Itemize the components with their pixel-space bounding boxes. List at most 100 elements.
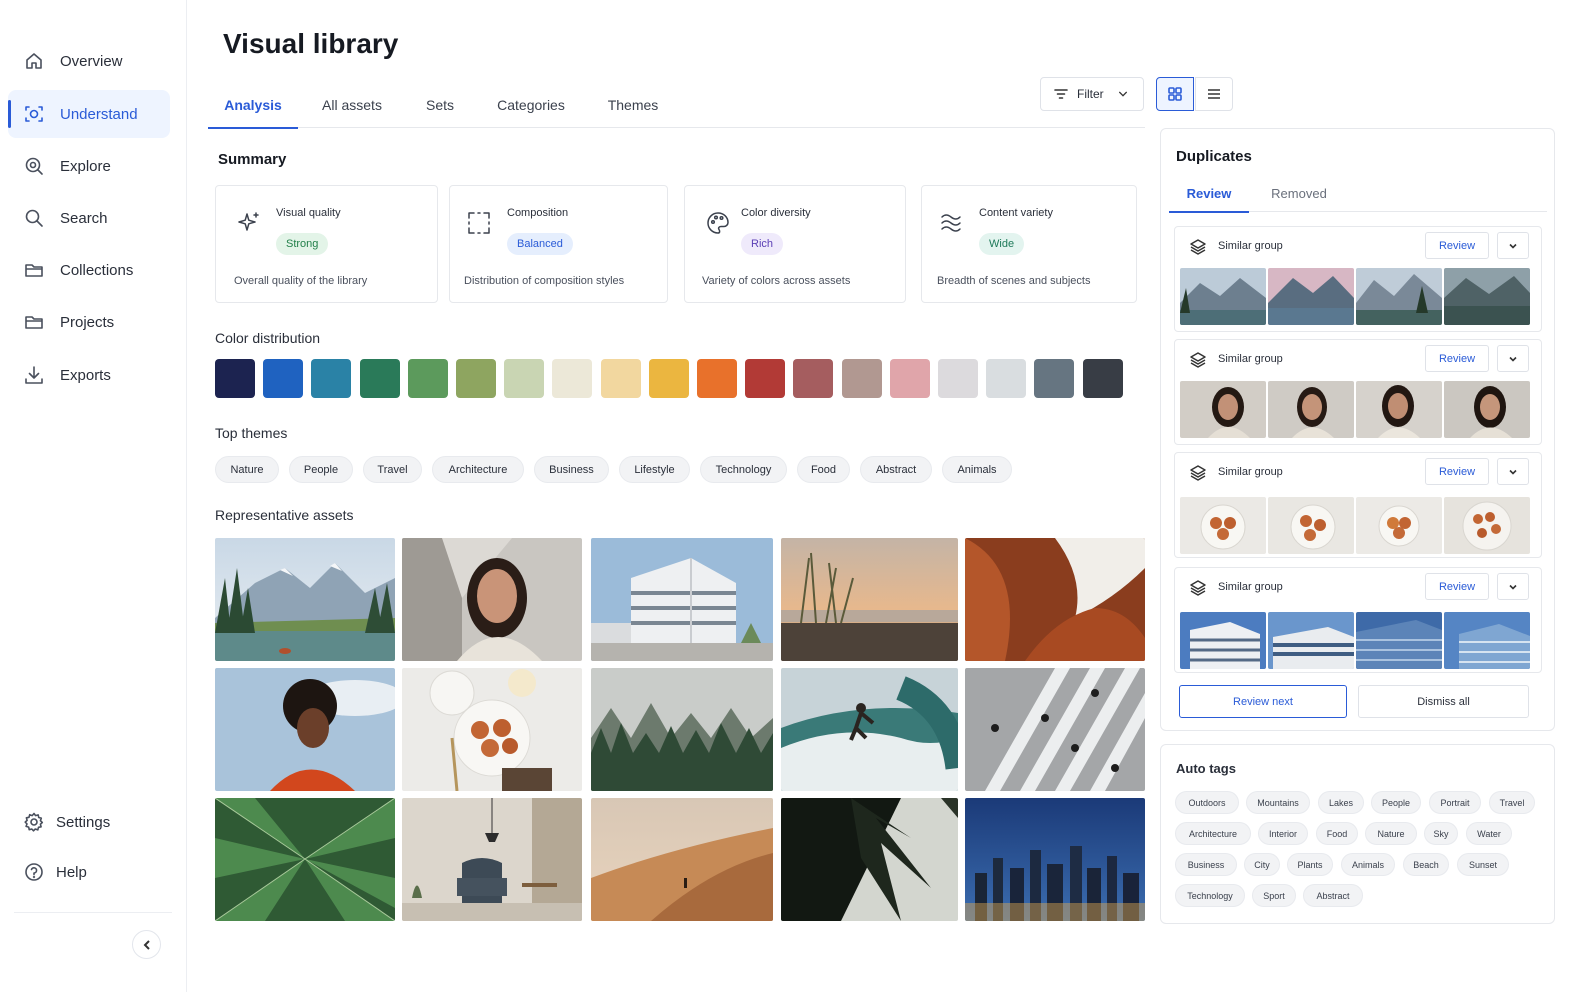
color-swatch[interactable]	[745, 359, 786, 398]
theme-chip[interactable]: Technology	[700, 456, 787, 483]
summary-card-visual-quality[interactable]: Visual quality Strong Overall quality of…	[215, 185, 438, 303]
theme-chip[interactable]: Food	[797, 456, 850, 483]
auto-tag[interactable]: Travel	[1489, 791, 1535, 814]
auto-tag[interactable]: Interior	[1258, 822, 1308, 845]
auto-tag[interactable]: Architecture	[1175, 822, 1251, 845]
color-swatch[interactable]	[456, 359, 496, 398]
color-swatch[interactable]	[552, 359, 593, 398]
summary-card-color-diversity[interactable]: Color diversity Rich Variety of colors a…	[684, 185, 906, 303]
group-thumbnail[interactable]	[1444, 381, 1530, 438]
sidebar-item-explore[interactable]: Explore	[8, 142, 170, 190]
group-thumbnail[interactable]	[1356, 268, 1442, 325]
asset-surfer-wave[interactable]	[781, 668, 958, 791]
color-swatch[interactable]	[841, 359, 882, 398]
summary-card-composition[interactable]: Composition Balanced Distribution of com…	[449, 185, 668, 303]
auto-tag[interactable]: People	[1371, 791, 1421, 814]
asset-green-leaf[interactable]	[215, 798, 395, 921]
group-review-button[interactable]: Review	[1425, 345, 1489, 372]
color-swatch[interactable]	[938, 359, 978, 398]
color-swatch[interactable]	[504, 359, 545, 398]
asset-modern-building[interactable]	[591, 538, 773, 661]
auto-tag[interactable]: Outdoors	[1175, 791, 1239, 814]
group-review-button[interactable]: Review	[1425, 458, 1489, 485]
theme-chip[interactable]: Abstract	[860, 456, 932, 483]
tab-analysis[interactable]: Analysis	[208, 82, 298, 129]
group-expand-button[interactable]	[1497, 345, 1529, 372]
group-expand-button[interactable]	[1497, 232, 1529, 259]
auto-tag[interactable]: Business	[1175, 853, 1237, 876]
group-thumbnail[interactable]	[1444, 612, 1530, 669]
tab-all-assets[interactable]: All assets	[312, 82, 392, 127]
tab-themes[interactable]: Themes	[597, 82, 669, 127]
sidebar-item-search[interactable]: Search	[8, 194, 170, 242]
color-swatch[interactable]	[407, 359, 448, 398]
asset-city-night[interactable]	[965, 798, 1145, 921]
group-thumbnail[interactable]	[1268, 497, 1354, 554]
color-swatch[interactable]	[697, 359, 737, 398]
group-expand-button[interactable]	[1497, 458, 1529, 485]
asset-mountain-lake[interactable]	[215, 538, 395, 661]
auto-tag[interactable]: Technology	[1175, 884, 1245, 907]
sidebar-item-settings[interactable]: Settings	[8, 798, 170, 846]
asset-misty-forest[interactable]	[591, 668, 773, 791]
color-swatch[interactable]	[600, 359, 641, 398]
asset-palm-shadow[interactable]	[781, 798, 958, 921]
group-thumbnail[interactable]	[1356, 381, 1442, 438]
filter-button[interactable]: Filter	[1040, 77, 1144, 111]
color-swatch[interactable]	[986, 359, 1027, 398]
color-swatch[interactable]	[648, 359, 689, 398]
color-swatch[interactable]	[215, 359, 255, 398]
auto-tag[interactable]: Plants	[1287, 853, 1333, 876]
auto-tag[interactable]: Sky	[1424, 822, 1458, 845]
tab-review[interactable]: Review	[1169, 175, 1249, 213]
tab-removed[interactable]: Removed	[1259, 175, 1339, 211]
auto-tag[interactable]: Nature	[1365, 822, 1417, 845]
color-swatch[interactable]	[359, 359, 400, 398]
theme-chip[interactable]: Business	[534, 456, 609, 483]
theme-chip[interactable]: People	[289, 456, 353, 483]
tab-categories[interactable]: Categories	[488, 82, 574, 127]
collapse-sidebar-button[interactable]	[132, 930, 161, 959]
group-thumbnail[interactable]	[1180, 612, 1266, 669]
sidebar-item-projects[interactable]: Projects	[8, 298, 170, 346]
group-review-button[interactable]: Review	[1425, 573, 1489, 600]
auto-tag[interactable]: Food	[1316, 822, 1358, 845]
auto-tag[interactable]: Sport	[1252, 884, 1296, 907]
group-thumbnail[interactable]	[1180, 381, 1266, 438]
asset-woman-sky[interactable]	[215, 668, 395, 791]
color-swatch[interactable]	[263, 359, 304, 398]
auto-tag[interactable]: Animals	[1341, 853, 1395, 876]
sidebar-item-overview[interactable]: Overview	[8, 37, 170, 85]
group-review-button[interactable]: Review	[1425, 232, 1489, 259]
asset-crosswalk-aerial[interactable]	[965, 668, 1145, 791]
color-swatch[interactable]	[793, 359, 834, 398]
auto-tag[interactable]: Portrait	[1429, 791, 1481, 814]
asset-beach-sunset[interactable]	[781, 538, 958, 661]
group-thumbnail[interactable]	[1180, 268, 1266, 325]
auto-tag[interactable]: Water	[1466, 822, 1512, 845]
auto-tag[interactable]: Beach	[1403, 853, 1449, 876]
asset-woman-portrait[interactable]	[402, 538, 582, 661]
group-expand-button[interactable]	[1497, 573, 1529, 600]
theme-chip[interactable]: Travel	[363, 456, 422, 483]
sidebar-item-exports[interactable]: Exports	[8, 351, 170, 399]
asset-red-rock-canyon[interactable]	[965, 538, 1145, 661]
list-view-button[interactable]	[1195, 77, 1233, 111]
group-thumbnail[interactable]	[1356, 612, 1442, 669]
theme-chip[interactable]: Lifestyle	[619, 456, 690, 483]
dismiss-all-button[interactable]: Dismiss all	[1358, 685, 1529, 718]
tab-sets[interactable]: Sets	[415, 82, 465, 127]
auto-tag[interactable]: Mountains	[1246, 791, 1310, 814]
color-swatch[interactable]	[311, 359, 352, 398]
group-thumbnail[interactable]	[1268, 381, 1354, 438]
auto-tag[interactable]: Sunset	[1457, 853, 1509, 876]
group-thumbnail[interactable]	[1268, 612, 1354, 669]
theme-chip[interactable]: Architecture	[432, 456, 524, 483]
group-thumbnail[interactable]	[1444, 497, 1530, 554]
color-swatch[interactable]	[1034, 359, 1075, 398]
auto-tag[interactable]: Lakes	[1318, 791, 1364, 814]
theme-chip[interactable]: Animals	[942, 456, 1012, 483]
review-next-button[interactable]: Review next	[1179, 685, 1347, 718]
group-thumbnail[interactable]	[1180, 497, 1266, 554]
color-swatch[interactable]	[1082, 359, 1123, 398]
